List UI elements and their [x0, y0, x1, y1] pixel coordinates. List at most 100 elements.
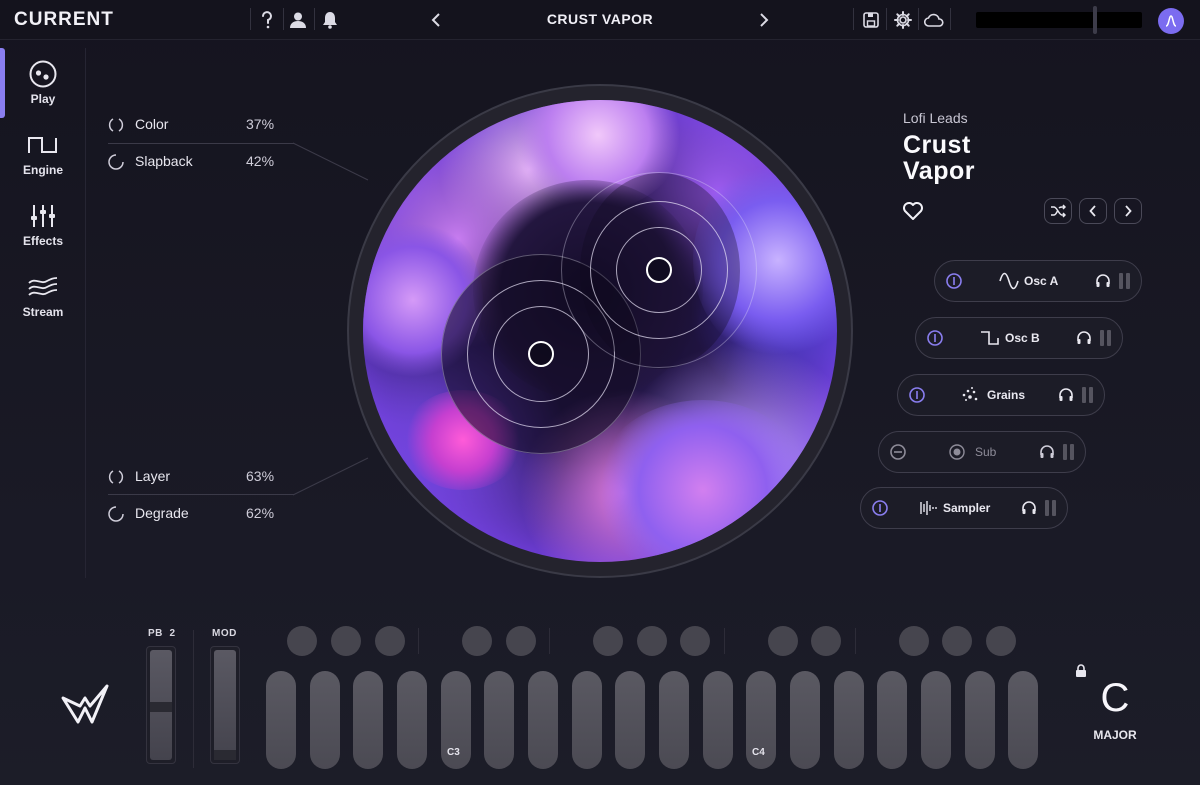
layer-level-meter[interactable]	[1063, 444, 1075, 460]
mod-wheel-body[interactable]	[214, 650, 236, 760]
macro-name: Degrade	[135, 505, 189, 521]
xy-node-b[interactable]	[528, 341, 554, 367]
layer-level-meter[interactable]	[1100, 330, 1112, 346]
white-key[interactable]	[703, 671, 733, 769]
power-icon[interactable]	[945, 272, 963, 290]
layer-grains[interactable]: Grains	[897, 374, 1105, 416]
headphones-icon[interactable]	[1039, 444, 1055, 460]
sine-wave-icon	[999, 272, 1019, 290]
help-icon[interactable]	[256, 9, 278, 31]
layer-level-meter[interactable]	[1119, 273, 1131, 289]
headphones-icon[interactable]	[1021, 500, 1037, 516]
layer-name: Sampler	[943, 501, 991, 515]
black-key[interactable]	[680, 626, 710, 656]
black-key[interactable]	[899, 626, 929, 656]
power-off-icon[interactable]	[889, 443, 907, 461]
scale-root[interactable]: C	[1080, 676, 1150, 721]
white-key[interactable]	[266, 671, 296, 769]
white-key[interactable]	[484, 671, 514, 769]
xy-node-a[interactable]	[646, 257, 672, 283]
sidebar-item-play[interactable]: Play	[0, 48, 86, 118]
layer-level-meter[interactable]	[1082, 387, 1094, 403]
next-preset-button[interactable]	[753, 9, 775, 31]
macro-layer[interactable]: Layer 63%	[108, 465, 288, 491]
sidebar-item-engine[interactable]: Engine	[0, 119, 86, 183]
next-preset-button-small[interactable]	[1114, 198, 1142, 224]
sidebar-item-effects[interactable]: Effects	[0, 190, 86, 254]
black-key[interactable]	[768, 626, 798, 656]
white-key[interactable]	[397, 671, 427, 769]
preset-category: Lofi Leads	[903, 110, 968, 126]
power-icon[interactable]	[908, 386, 926, 404]
white-key[interactable]	[528, 671, 558, 769]
previous-preset-button[interactable]	[425, 9, 447, 31]
black-key[interactable]	[986, 626, 1016, 656]
headphones-icon[interactable]	[1076, 330, 1092, 346]
mod-wheel-position	[214, 750, 236, 760]
bell-icon[interactable]	[319, 9, 341, 31]
black-key[interactable]	[375, 626, 405, 656]
macro-slapback[interactable]: Slapback 42%	[108, 150, 288, 176]
divider	[918, 8, 919, 30]
master-volume-slider[interactable]	[976, 6, 1142, 34]
white-key[interactable]	[1008, 671, 1038, 769]
black-key[interactable]	[811, 626, 841, 656]
scale-mode[interactable]: MAJOR	[1080, 728, 1150, 742]
octave-separator	[549, 628, 550, 654]
chevron-left-icon	[1089, 205, 1096, 217]
master-volume-thumb[interactable]	[1093, 6, 1097, 34]
layer-osc-b[interactable]: Osc B	[915, 317, 1123, 359]
black-key[interactable]	[462, 626, 492, 656]
power-icon[interactable]	[926, 329, 944, 347]
macro-knob-icon[interactable]	[108, 154, 124, 170]
black-key[interactable]	[593, 626, 623, 656]
artwork-swirl	[593, 400, 813, 562]
white-key[interactable]	[965, 671, 995, 769]
heart-icon[interactable]	[902, 200, 924, 222]
cloud-icon[interactable]	[923, 9, 945, 31]
pitch-bend-range[interactable]: 2	[169, 628, 175, 639]
headphones-icon[interactable]	[1095, 273, 1111, 289]
layer-sampler[interactable]: Sampler	[860, 487, 1068, 529]
white-key[interactable]	[790, 671, 820, 769]
black-key[interactable]	[287, 626, 317, 656]
black-key[interactable]	[637, 626, 667, 656]
white-key[interactable]	[834, 671, 864, 769]
macro-knob-icon[interactable]	[108, 506, 124, 522]
save-icon[interactable]	[860, 9, 882, 31]
macro-knob-icon[interactable]	[108, 469, 124, 485]
headphones-icon[interactable]	[1058, 387, 1074, 403]
brand-logo	[61, 684, 109, 724]
square-wave-icon	[981, 331, 999, 345]
square-wave-icon	[27, 129, 59, 161]
preset-name[interactable]: CRUST VAPOR	[500, 11, 700, 27]
sidebar-item-stream[interactable]: Stream	[0, 261, 86, 325]
black-key[interactable]	[942, 626, 972, 656]
macro-color[interactable]: Color 37%	[108, 113, 288, 139]
white-key[interactable]	[572, 671, 602, 769]
white-key[interactable]	[615, 671, 645, 769]
gear-icon[interactable]	[892, 9, 914, 31]
sidebar-item-label: Play	[30, 92, 56, 106]
white-key[interactable]	[310, 671, 340, 769]
black-key[interactable]	[331, 626, 361, 656]
avatar[interactable]	[1158, 8, 1184, 34]
macro-degrade[interactable]: Degrade 62%	[108, 502, 288, 528]
mod-wheel[interactable]	[210, 646, 240, 764]
white-key[interactable]	[353, 671, 383, 769]
black-key[interactable]	[506, 626, 536, 656]
power-icon[interactable]	[871, 499, 889, 517]
prev-preset-button[interactable]	[1079, 198, 1107, 224]
layer-level-meter[interactable]	[1045, 500, 1057, 516]
layer-sub[interactable]: Sub	[878, 431, 1086, 473]
pitch-bend-wheel[interactable]	[146, 646, 176, 764]
shuffle-button[interactable]	[1044, 198, 1072, 224]
layer-osc-a[interactable]: Osc A	[934, 260, 1142, 302]
mod-wheel-label: MOD	[212, 628, 237, 639]
macro-knob-icon[interactable]	[108, 117, 124, 133]
connector-line	[292, 142, 369, 181]
white-key[interactable]	[921, 671, 951, 769]
user-icon[interactable]	[287, 9, 309, 31]
white-key[interactable]	[659, 671, 689, 769]
white-key[interactable]	[877, 671, 907, 769]
